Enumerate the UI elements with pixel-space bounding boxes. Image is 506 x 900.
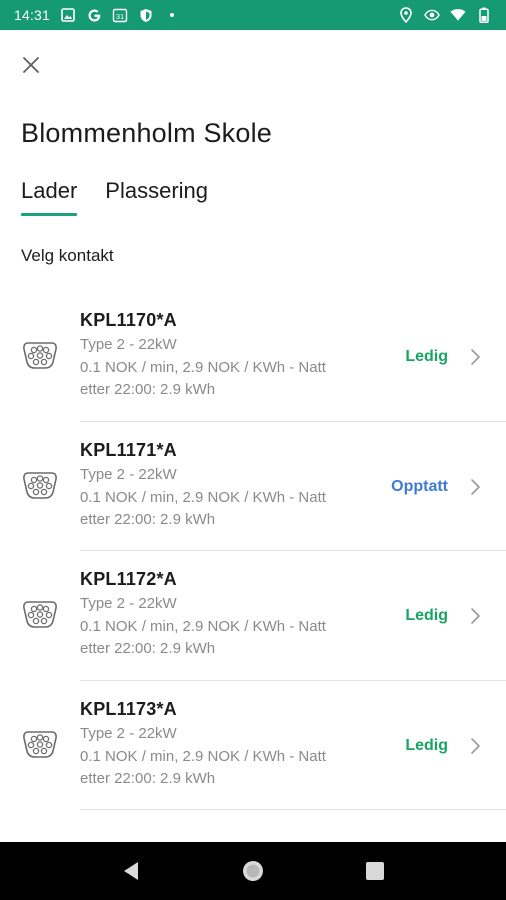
connector-row[interactable]: KPL1171*A Type 2 - 22kW 0.1 NOK / min, 2…	[0, 422, 506, 551]
connector-type: Type 2 - 22kW	[80, 595, 177, 612]
section-label: Velg kontakt	[21, 246, 114, 265]
location-icon	[398, 7, 414, 23]
close-button[interactable]	[18, 52, 44, 78]
status-time: 14:31	[14, 7, 51, 23]
connector-name: KPL1173*A	[80, 698, 177, 719]
home-icon	[243, 861, 263, 881]
type2-plug-icon	[23, 601, 57, 628]
connector-price-line1: 0.1 NOK / min, 2.9 NOK / KWh - Natt	[80, 359, 326, 376]
close-icon	[23, 57, 39, 73]
dot-icon	[164, 7, 180, 23]
recents-button[interactable]	[355, 851, 395, 891]
tab-plassering[interactable]: Plassering	[105, 178, 208, 216]
image-icon	[60, 7, 76, 23]
type2-plug-icon	[23, 471, 57, 499]
chevron-right-icon	[471, 737, 480, 754]
connector-price-line1: 0.1 NOK / min, 2.9 NOK / KWh - Natt	[80, 747, 326, 765]
status-bar: 14:31 31	[0, 0, 506, 30]
connector-price: 0.1 NOK / min, 2.9 NOK / KWh - Natt ette…	[80, 746, 380, 790]
chevron-right-icon	[471, 608, 480, 624]
tab-lader[interactable]: Lader	[21, 178, 78, 216]
page-title: Blommenholm Skole	[21, 118, 273, 148]
connector-type: Type 2 - 22kW	[80, 336, 177, 353]
connector-name: KPL1171*A	[80, 439, 177, 460]
chevron-right-icon	[471, 478, 480, 495]
wifi-icon	[450, 7, 466, 23]
status-badge: Ledig	[405, 607, 448, 624]
connector-price-line1: 0.1 NOK / min, 2.9 NOK / KWh - Natt	[80, 618, 326, 635]
connector-details: KPL1173*A Type 2 - 22kW 0.1 NOK / min, 2…	[80, 699, 380, 790]
connector-row[interactable]: KPL1172*A Type 2 - 22kW 0.1 NOK / min, 2…	[0, 551, 506, 681]
connector-row[interactable]: KPL1173*A Type 2 - 22kW 0.1 NOK / min, 2…	[0, 681, 506, 810]
status-right	[398, 7, 492, 23]
recents-icon	[366, 862, 384, 880]
connector-type: Type 2 - 22kW	[80, 724, 177, 742]
connector-details: KPL1170*A Type 2 - 22kW 0.1 NOK / min, 2…	[80, 310, 380, 401]
connector-list: KPL1170*A Type 2 - 22kW 0.1 NOK / min, 2…	[0, 292, 506, 810]
back-button[interactable]	[111, 851, 151, 891]
connector-price-line2: etter 22:00: 2.9 kWh	[80, 510, 216, 528]
connector-name: KPL1172*A	[80, 569, 177, 589]
shield-icon	[138, 7, 154, 23]
battery-icon	[476, 7, 492, 23]
status-badge: Ledig	[405, 736, 448, 754]
connector-price-line2: etter 22:00: 2.9 kWh	[80, 769, 216, 787]
connector-row[interactable]: KPL1170*A Type 2 - 22kW 0.1 NOK / min, 2…	[0, 292, 506, 422]
status-badge: Opptatt	[391, 477, 448, 495]
connector-name: KPL1170*A	[80, 310, 177, 330]
connector-details: KPL1171*A Type 2 - 22kW 0.1 NOK / min, 2…	[80, 440, 380, 531]
eye-icon	[424, 7, 440, 23]
connector-price-line2: etter 22:00: 2.9 kWh	[80, 640, 216, 657]
connector-price: 0.1 NOK / min, 2.9 NOK / KWh - Natt ette…	[80, 357, 380, 401]
connector-details: KPL1172*A Type 2 - 22kW 0.1 NOK / min, 2…	[80, 569, 380, 660]
calendar-icon: 31	[112, 7, 128, 23]
chevron-right-icon	[471, 349, 480, 365]
connector-price-line2: etter 22:00: 2.9 kWh	[80, 381, 216, 398]
back-icon	[124, 862, 138, 880]
row-divider	[80, 809, 506, 810]
type2-plug-icon	[23, 730, 57, 758]
connector-type: Type 2 - 22kW	[80, 465, 177, 483]
status-badge: Ledig	[405, 348, 448, 365]
calendar-day: 31	[116, 12, 124, 21]
system-nav-bar	[0, 842, 506, 900]
home-button[interactable]	[233, 851, 273, 891]
connector-price: 0.1 NOK / min, 2.9 NOK / KWh - Natt ette…	[80, 616, 380, 660]
type2-plug-icon	[23, 342, 57, 369]
connector-price: 0.1 NOK / min, 2.9 NOK / KWh - Natt ette…	[80, 487, 380, 531]
status-left: 14:31 31	[14, 7, 180, 23]
connector-price-line1: 0.1 NOK / min, 2.9 NOK / KWh - Natt	[80, 488, 326, 506]
google-icon	[86, 7, 102, 23]
tab-bar: Lader Plassering	[21, 178, 208, 216]
